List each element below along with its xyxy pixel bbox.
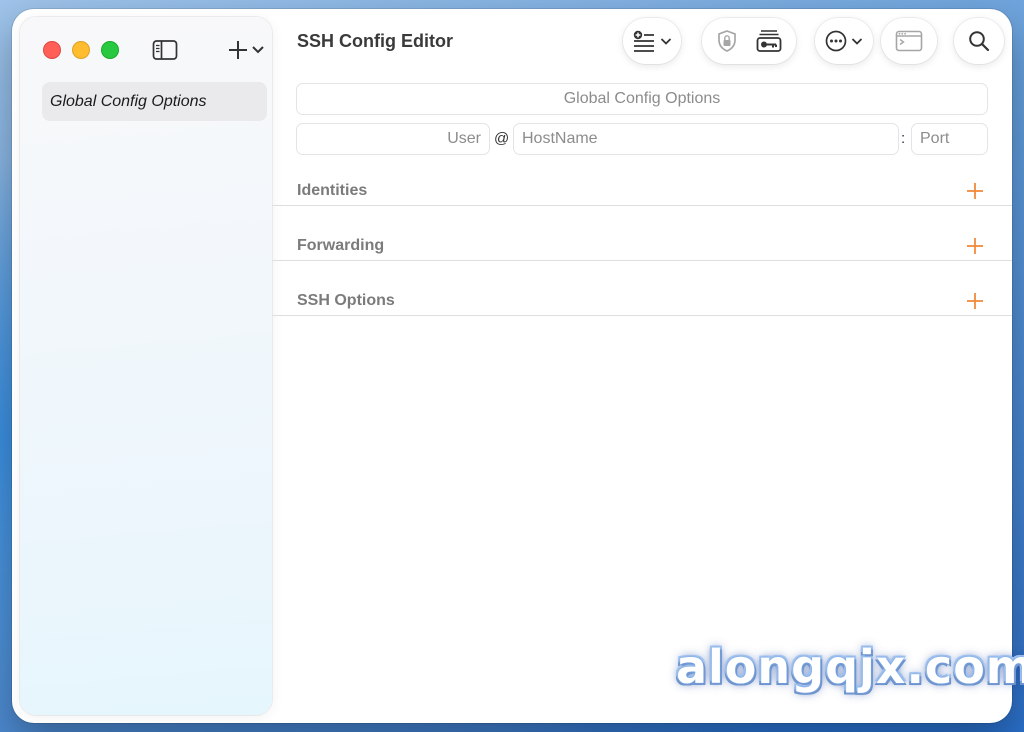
host-alias-placeholder: Global Config Options [563, 90, 721, 107]
sidebar-icon [152, 40, 178, 60]
terminal-button[interactable] [881, 18, 937, 64]
port-field[interactable]: Port [911, 123, 988, 155]
host-alias-field[interactable]: Global Config Options [296, 83, 988, 115]
plus-icon [967, 293, 983, 309]
section-identities-label: Identities [297, 182, 368, 199]
section-divider [272, 315, 1012, 316]
user-placeholder: User [447, 130, 481, 147]
keychain-button[interactable] [756, 29, 782, 53]
list-plus-icon [633, 30, 654, 52]
minimize-window-button[interactable] [72, 41, 90, 59]
colon-separator: : [901, 130, 906, 147]
section-divider [272, 260, 1012, 261]
section-divider [272, 205, 1012, 206]
user-field[interactable]: User [296, 123, 490, 155]
sidebar: Global Config Options [20, 17, 272, 715]
ellipsis-circle-icon [825, 30, 847, 52]
section-forwarding-label: Forwarding [297, 237, 385, 254]
sidebar-toggle-button[interactable] [152, 39, 178, 61]
terminal-window-icon [895, 30, 923, 52]
key-card-icon [756, 30, 782, 52]
chevron-down-icon [660, 37, 672, 45]
app-window: Global Config Options SSH Config Editor [12, 9, 1012, 723]
shield-icon [718, 30, 736, 52]
list-add-menu-button[interactable] [623, 18, 681, 64]
add-host-button[interactable] [227, 37, 269, 63]
chevron-down-icon [252, 46, 264, 54]
security-group [702, 18, 796, 64]
search-button[interactable] [954, 18, 1004, 64]
add-ssh-option-button[interactable] [964, 290, 986, 312]
add-forwarding-button[interactable] [964, 235, 986, 257]
hostname-field[interactable]: HostName [513, 123, 899, 155]
plus-icon [229, 41, 247, 59]
watermark-text: alongqjx.com [676, 640, 1024, 694]
plus-icon [967, 238, 983, 254]
sidebar-item-global-config[interactable]: Global Config Options [42, 82, 267, 121]
port-placeholder: Port [920, 130, 950, 147]
page-title: SSH Config Editor [297, 31, 453, 51]
add-identity-button[interactable] [964, 180, 986, 202]
maximize-window-button[interactable] [101, 41, 119, 59]
close-window-button[interactable] [43, 41, 61, 59]
at-separator: @ [494, 130, 510, 147]
sidebar-item-label: Global Config Options [50, 92, 207, 110]
security-button[interactable] [716, 29, 738, 53]
plus-icon [967, 183, 983, 199]
section-ssh-options-label: SSH Options [297, 292, 395, 309]
hostname-placeholder: HostName [522, 130, 598, 147]
search-icon [969, 31, 990, 52]
more-menu-button[interactable] [815, 18, 873, 64]
chevron-down-icon [851, 37, 863, 45]
